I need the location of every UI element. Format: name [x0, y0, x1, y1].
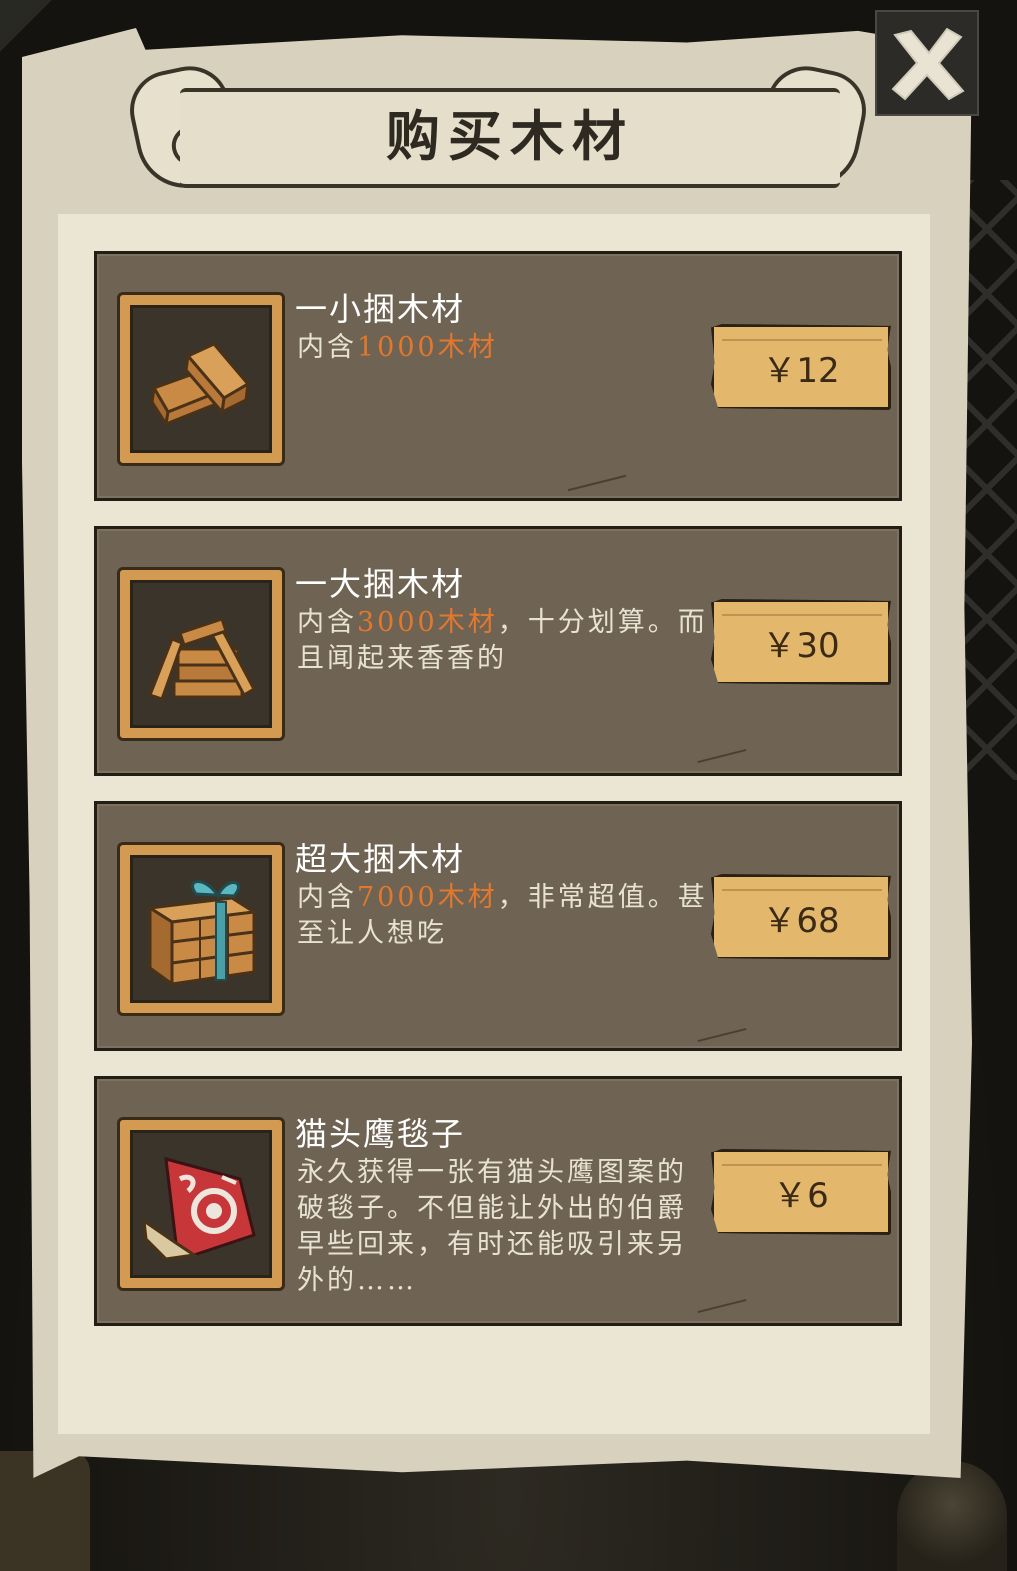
item-description: 内含3000木材，十分划算。而且闻起来香香的	[297, 607, 708, 674]
item-description: 内含7000木材，非常超值。甚至让人想吃	[297, 882, 708, 949]
dialog-title: 购买木材	[386, 104, 634, 168]
item-icon-frame	[117, 567, 285, 741]
item-name: 一大捆木材	[295, 565, 466, 603]
item-icon-frame	[117, 292, 285, 466]
buy-button-68[interactable]: ￥68	[711, 874, 891, 960]
item-description: 内含1000木材	[297, 332, 498, 363]
item-name: 超大捆木材	[295, 840, 466, 878]
shop-item-owl-blanket: 猫头鹰毯子 永久获得一张有猫头鹰图案的破毯子。不但能让外出的伯爵早些回来，有时还…	[94, 1076, 902, 1326]
price-label: ￥12	[762, 350, 840, 391]
wood-crate-gift-icon	[145, 880, 259, 987]
background-prop-right	[897, 1461, 1007, 1571]
large-wood-bundle-icon	[148, 617, 256, 701]
price-label: ￥68	[762, 900, 840, 941]
buy-button-30[interactable]: ￥30	[711, 599, 891, 685]
shop-item-small-wood: 一小捆木材 内含1000木材 ￥12	[94, 251, 902, 501]
small-wood-bundle-icon	[150, 342, 251, 429]
item-description: 永久获得一张有猫头鹰图案的破毯子。不但能让外出的伯爵早些回来，有时还能吸引来另外…	[297, 1157, 687, 1296]
item-icon-frame	[117, 842, 285, 1016]
buy-button-6[interactable]: ￥6	[711, 1149, 891, 1235]
item-amount-highlight: 3000木材	[357, 607, 498, 638]
price-label: ￥30	[762, 625, 840, 666]
shop-item-huge-wood: 超大捆木材 内含7000木材，非常超值。甚至让人想吃 ￥68	[94, 801, 902, 1051]
item-icon-frame	[117, 1117, 285, 1291]
item-amount-highlight: 1000木材	[357, 332, 498, 363]
buy-button-12[interactable]: ￥12	[711, 324, 891, 410]
price-label: ￥6	[773, 1175, 829, 1216]
item-name: 一小捆木材	[295, 290, 466, 328]
owl-blanket-icon	[142, 1156, 256, 1261]
item-name: 猫头鹰毯子	[295, 1115, 466, 1153]
close-button[interactable]	[875, 10, 979, 116]
close-x-icon	[891, 27, 965, 101]
shop-item-large-wood: 一大捆木材 内含3000木材，十分划算。而且闻起来香香的 ￥30	[94, 526, 902, 776]
item-amount-highlight: 7000木材	[357, 882, 498, 913]
